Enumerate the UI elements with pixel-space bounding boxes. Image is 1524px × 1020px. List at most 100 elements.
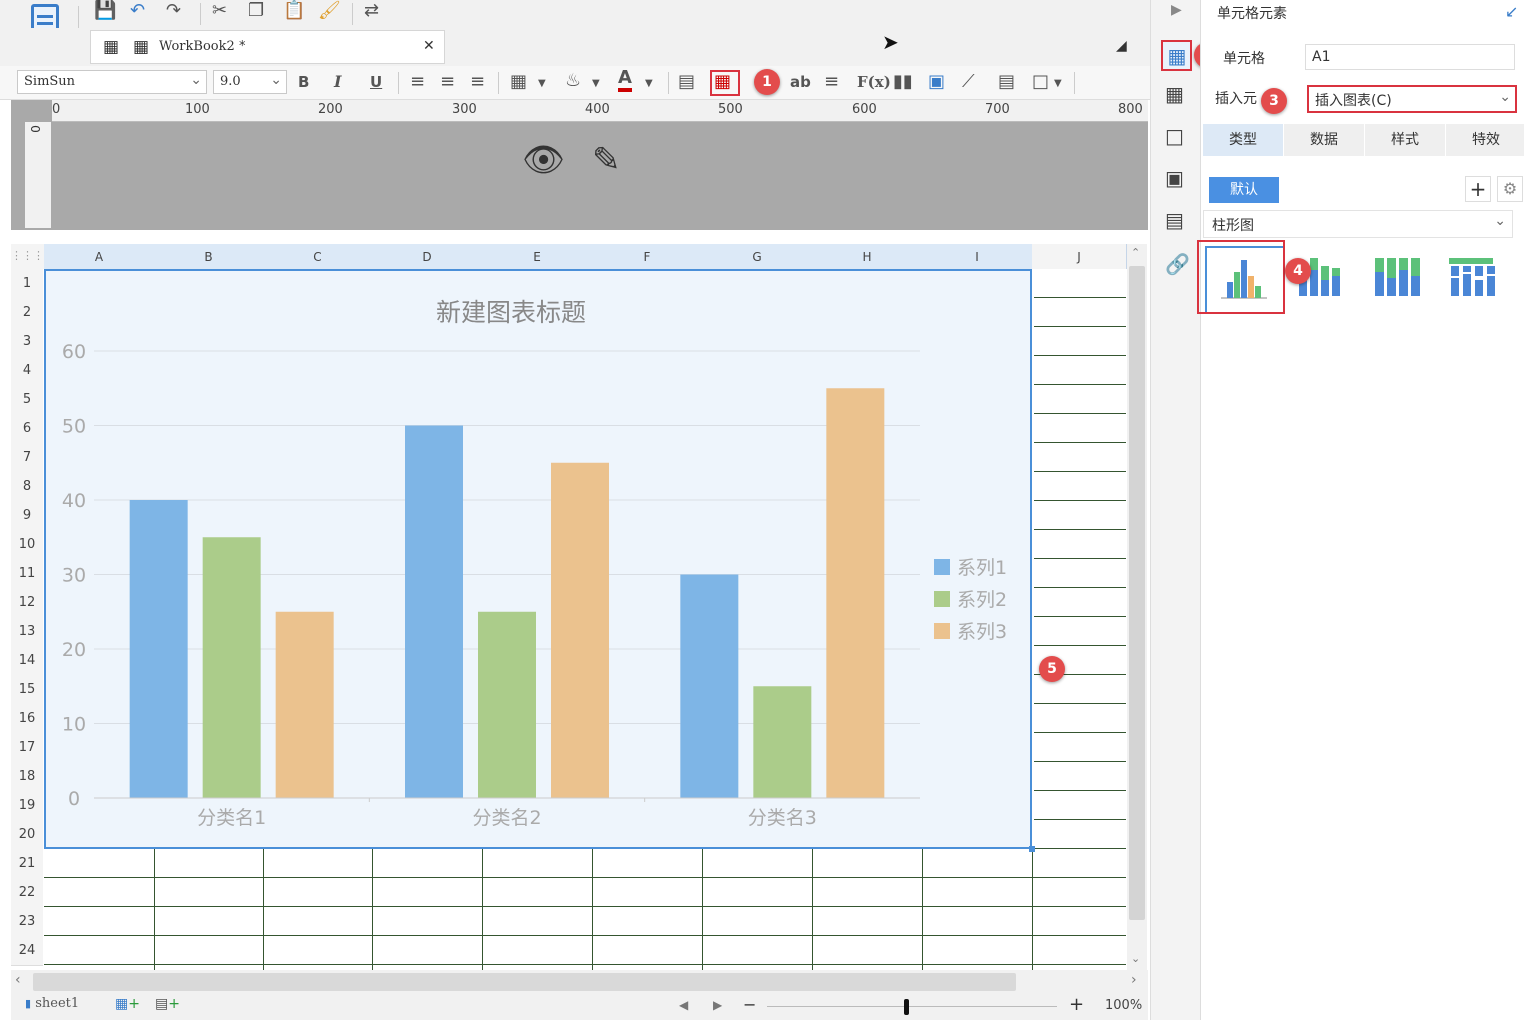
save-icon[interactable]: 💾 xyxy=(94,0,116,22)
insert-image-icon[interactable]: ▣ xyxy=(928,71,945,93)
col-header-a[interactable]: A xyxy=(44,244,155,269)
row-header[interactable]: 7 xyxy=(11,443,43,473)
subreport-icon[interactable]: ▤ xyxy=(998,71,1015,93)
widget-icon[interactable]: ▣ xyxy=(1165,166,1184,190)
col-header-b[interactable]: B xyxy=(154,244,264,269)
chevron-right-icon[interactable]: › xyxy=(1131,972,1137,988)
zoom-slider-handle[interactable] xyxy=(904,999,909,1015)
align-center-icon[interactable]: ≡ xyxy=(440,71,455,93)
tab-data[interactable]: 数据 xyxy=(1284,124,1364,156)
col-header-g[interactable]: G xyxy=(702,244,813,269)
row-header[interactable]: 15 xyxy=(11,675,43,705)
row-header[interactable]: 13 xyxy=(11,617,43,647)
row-header[interactable]: 23 xyxy=(11,907,43,937)
chevron-down-icon[interactable]: ▼ xyxy=(592,73,600,95)
edit-pencil-icon[interactable]: ✎ xyxy=(592,140,621,180)
row-header[interactable]: 2 xyxy=(11,298,43,328)
row-header[interactable]: 5 xyxy=(11,385,43,415)
chart-kind-select[interactable]: 柱形图 ⌄ xyxy=(1203,210,1513,238)
cell-input[interactable]: A1 xyxy=(1305,44,1515,70)
font-family-select[interactable]: SimSun ⌄ xyxy=(17,70,207,94)
row-header[interactable]: 8 xyxy=(11,472,43,502)
copy-icon[interactable]: ❐ xyxy=(248,0,264,22)
insert-text-button[interactable]: ab xyxy=(790,71,811,93)
cut-icon[interactable]: ✂ xyxy=(212,0,227,22)
zoom-out-button[interactable]: − xyxy=(743,995,756,1014)
paste-icon[interactable]: 📋 xyxy=(283,0,305,22)
tab-style[interactable]: 样式 xyxy=(1365,124,1445,156)
row-header[interactable]: 24 xyxy=(11,936,43,966)
row-header[interactable]: 12 xyxy=(11,588,43,618)
tab-type[interactable]: 类型 xyxy=(1203,124,1283,156)
row-header[interactable]: 16 xyxy=(11,704,43,734)
italic-button[interactable]: I xyxy=(334,71,341,93)
close-icon[interactable]: ✕ xyxy=(423,38,435,54)
fill-color-icon[interactable]: ♨ xyxy=(565,70,581,92)
row-header[interactable]: 9 xyxy=(11,501,43,531)
format-painter-icon[interactable]: 🖌 xyxy=(318,0,341,22)
pin-icon[interactable]: ↙ xyxy=(1505,2,1518,21)
slash-icon[interactable]: ⟋ xyxy=(962,71,975,93)
insert-element-select[interactable]: 插入图表(C) ⌄ xyxy=(1307,85,1517,113)
chevron-down-icon[interactable]: ▼ xyxy=(1054,73,1062,95)
add-icon[interactable]: + xyxy=(1465,176,1491,202)
chevron-down-icon[interactable]: ⌄ xyxy=(1131,952,1140,965)
redo-icon[interactable]: ↷ xyxy=(166,0,181,22)
next-page-icon[interactable]: ▶ xyxy=(713,998,722,1012)
bold-button[interactable]: B xyxy=(298,71,309,93)
row-header[interactable]: 3 xyxy=(11,327,43,357)
row-header[interactable]: 17 xyxy=(11,733,43,763)
workbook-tab[interactable]: ▦ ▦ WorkBook2 * ✕ xyxy=(90,30,445,64)
font-color-icon[interactable]: A xyxy=(618,68,632,92)
align-left-icon[interactable]: ≡ xyxy=(410,71,425,93)
settings-gear-icon[interactable]: ⚙ xyxy=(1497,176,1523,202)
zoom-in-button[interactable]: + xyxy=(1069,994,1084,1015)
formula-button[interactable]: F(x) xyxy=(857,71,891,93)
border-icon[interactable]: ▦ xyxy=(510,71,527,93)
font-size-select[interactable]: 9.0 ⌄ xyxy=(213,70,287,94)
col-header-f[interactable]: F xyxy=(592,244,703,269)
row-header[interactable]: 4 xyxy=(11,356,43,386)
prev-page-icon[interactable]: ◀ xyxy=(679,998,688,1012)
horizontal-scrollbar[interactable]: ‹ › xyxy=(11,970,1148,994)
row-header[interactable]: 20 xyxy=(11,820,43,850)
chevron-up-icon[interactable]: ⌃ xyxy=(1131,246,1140,259)
chart-element[interactable]: 新建图表标题 0 10 20 30 40 50 60 分类名1 分类名2 分类名3 系列1 系列2 系列3 xyxy=(44,269,1032,849)
cell-attr-icon[interactable]: ▦ xyxy=(1165,82,1184,106)
default-button[interactable]: 默认 xyxy=(1209,177,1279,203)
expand-arrow-icon[interactable]: ▶ xyxy=(1171,2,1182,18)
vertical-scrollbar[interactable]: ⌃ ⌄ xyxy=(1127,244,1147,970)
row-header[interactable]: 18 xyxy=(11,762,43,792)
row-header[interactable]: 10 xyxy=(11,530,43,560)
hyperlink-icon[interactable]: 🔗 xyxy=(1165,252,1190,276)
underline-button[interactable]: U xyxy=(370,71,382,93)
add-sheet-alt-icon[interactable]: ▤+ xyxy=(155,996,180,1012)
scroll-thumb[interactable] xyxy=(1129,266,1145,920)
chevron-left-icon[interactable]: ‹ xyxy=(15,972,21,988)
row-header[interactable]: 6 xyxy=(11,414,43,444)
float-element-icon[interactable]: □ xyxy=(1165,124,1184,148)
frame-icon[interactable]: □ xyxy=(1032,71,1049,93)
richtext-icon[interactable]: ≡ xyxy=(824,71,839,93)
merge-cells-icon[interactable]: ▤ xyxy=(678,71,695,93)
row-header[interactable]: 22 xyxy=(11,878,43,908)
zoom-slider-track[interactable] xyxy=(767,1006,1057,1007)
row-header[interactable]: 21 xyxy=(11,849,43,879)
insert-chart-icon[interactable]: ▮▮ xyxy=(893,71,913,93)
col-header-d[interactable]: D xyxy=(372,244,483,269)
collapse-toolbar-icon[interactable]: ◢ xyxy=(1116,38,1127,54)
undo-icon[interactable]: ↶ xyxy=(130,0,145,22)
hide-eye-icon[interactable]: 👁 xyxy=(522,140,565,180)
select-all-corner[interactable]: ⋮⋮⋮ xyxy=(11,244,44,269)
col-header-e[interactable]: E xyxy=(482,244,593,269)
scroll-thumb-h[interactable] xyxy=(33,973,1016,991)
chevron-down-icon[interactable]: ▼ xyxy=(645,73,653,95)
add-sheet-icon[interactable]: ▦+ xyxy=(115,996,140,1012)
chart-style-grouped-stack[interactable] xyxy=(1439,246,1515,310)
chart-resize-handle[interactable] xyxy=(1029,846,1035,852)
chart-style-percent[interactable] xyxy=(1361,246,1437,310)
align-right-icon[interactable]: ≡ xyxy=(470,71,485,93)
col-header-j[interactable]: J xyxy=(1032,244,1127,269)
row-header[interactable]: 11 xyxy=(11,559,43,589)
col-header-i[interactable]: I xyxy=(922,244,1033,269)
